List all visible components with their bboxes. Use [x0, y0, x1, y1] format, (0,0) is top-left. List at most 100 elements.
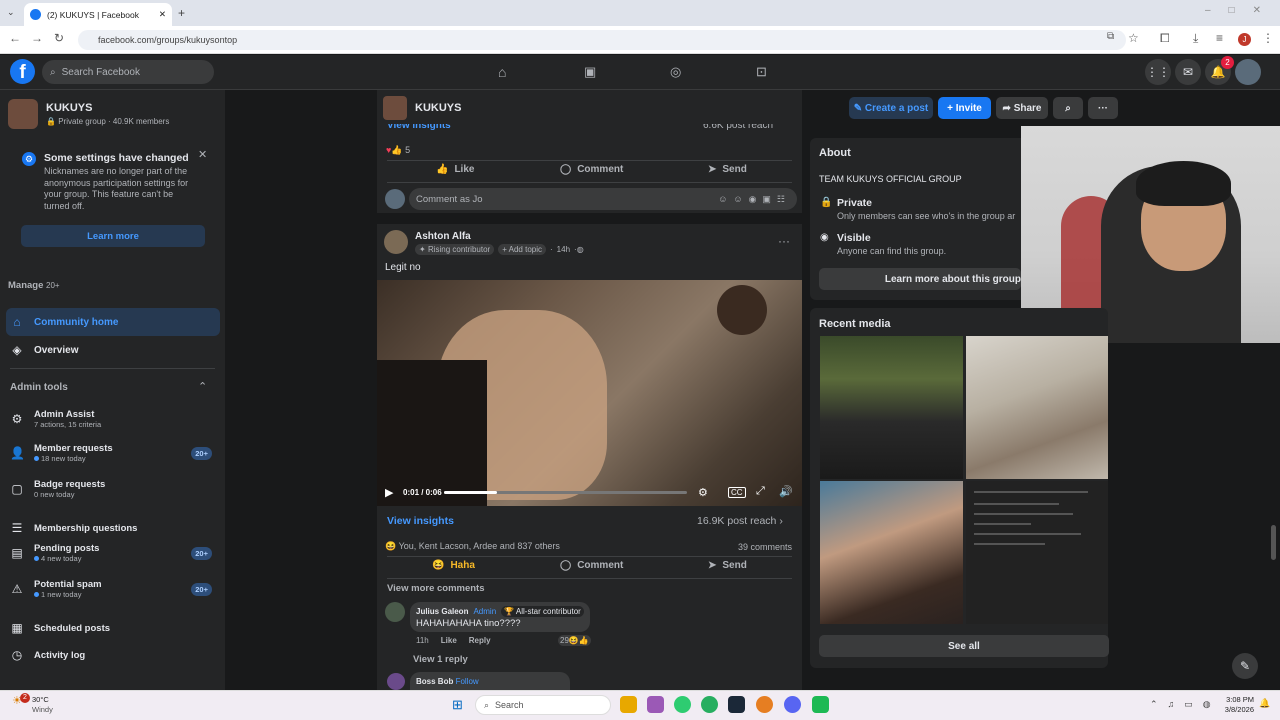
- sidebar-item-activity-log[interactable]: ◷ Activity log: [6, 641, 220, 669]
- post-author[interactable]: Ashton Alfa: [415, 231, 471, 242]
- commenter2-avatar[interactable]: [387, 673, 405, 690]
- back-icon[interactable]: ←: [9, 31, 21, 45]
- video-progress-track[interactable]: [444, 491, 687, 494]
- window-controls[interactable]: –□✕: [1205, 5, 1279, 16]
- commenter-avatar[interactable]: [385, 602, 405, 622]
- settings-gear-icon[interactable]: ⚙: [698, 486, 708, 499]
- chrome-icon[interactable]: [674, 696, 691, 713]
- like-button[interactable]: 👍 Like: [436, 164, 474, 175]
- profile-avatar-icon[interactable]: J: [1238, 33, 1251, 46]
- comment-button[interactable]: ◯ Comment: [560, 164, 623, 175]
- notification-bell-icon[interactable]: 🔔: [1259, 698, 1270, 709]
- url-field[interactable]: facebook.com/groups/kukuysontop: [78, 30, 1126, 50]
- page-scrollbar[interactable]: [1271, 525, 1276, 560]
- system-tray-icons[interactable]: ⌃♫▭◍: [1150, 699, 1221, 710]
- comment-input[interactable]: Comment as Jo ☺☺◉▣☷: [409, 188, 797, 210]
- fullscreen-icon[interactable]: ⤢: [756, 485, 765, 498]
- new-tab-icon[interactable]: +: [178, 6, 185, 20]
- post-options-icon[interactable]: ···: [778, 234, 790, 248]
- group-avatar-small[interactable]: [383, 96, 407, 120]
- send-button[interactable]: ➤ Send: [708, 164, 747, 175]
- comment-button[interactable]: ◯ Comment: [560, 560, 623, 571]
- reactions-summary[interactable]: ♥👍 5: [386, 145, 410, 156]
- video-player[interactable]: [377, 280, 802, 506]
- group-name[interactable]: KUKUYS: [46, 102, 92, 114]
- windows-start-icon[interactable]: ⊞: [452, 697, 463, 713]
- messenger-icon[interactable]: ✉: [1175, 59, 1201, 85]
- media-thumbnail[interactable]: [820, 336, 963, 479]
- prev-view-insights-link[interactable]: View insights: [387, 124, 451, 132]
- discord-icon[interactable]: [784, 696, 801, 713]
- view-insights-link[interactable]: View insights: [387, 515, 454, 527]
- account-avatar[interactable]: [1235, 59, 1261, 85]
- media-thumbnail[interactable]: [966, 481, 1108, 624]
- more-options-button[interactable]: ···: [1088, 97, 1118, 119]
- view-more-comments-link[interactable]: View more comments: [387, 583, 485, 594]
- new-message-icon[interactable]: ✎: [1232, 653, 1258, 679]
- follow-button[interactable]: Follow: [456, 677, 479, 686]
- share-button[interactable]: ➦ Share: [996, 97, 1048, 119]
- taskbar-search[interactable]: ⌕ Search: [475, 695, 611, 715]
- extensions-icon[interactable]: ⧠: [1160, 31, 1170, 46]
- sidebar-item-overview[interactable]: ◈ Overview: [6, 336, 220, 364]
- media-thumbnail[interactable]: [820, 481, 963, 624]
- sidebar-item-admin-assist[interactable]: ⚙ Admin Assist 7 actions, 15 criteria: [6, 405, 220, 433]
- reactions-line[interactable]: 😆 You, Kent Lacson, Ardee and 837 others: [385, 541, 560, 552]
- sidebar-item-potential-spam[interactable]: ⚠ Potential spam 1 new today 20+: [6, 575, 220, 603]
- learn-more-about-group-button[interactable]: Learn more about this group: [819, 268, 1021, 290]
- sidebar-item-community-home[interactable]: ⌂ Community home: [6, 308, 220, 336]
- comment-author[interactable]: Julius Galeon: [416, 607, 468, 616]
- play-icon[interactable]: ▶: [385, 486, 393, 499]
- comments-count[interactable]: 39 comments: [738, 542, 792, 552]
- sidebar-item-pending-posts[interactable]: ▤ Pending posts 4 new today 20+: [6, 539, 220, 567]
- send-button[interactable]: ➤ Send: [708, 560, 747, 571]
- facebook-search-input[interactable]: ⌕ Search Facebook: [42, 60, 214, 84]
- file-explorer-icon[interactable]: [620, 696, 637, 713]
- chrome-alt-icon[interactable]: [756, 696, 773, 713]
- close-tab-icon[interactable]: ✕: [159, 9, 166, 20]
- reload-icon[interactable]: ↻: [54, 31, 64, 45]
- comment-reactions[interactable]: 29😆👍: [558, 635, 591, 646]
- menu-grid-icon[interactable]: ⋮⋮: [1145, 59, 1171, 85]
- sidebar-item-member-requests[interactable]: 👤 Member requests 18 new today 20+: [6, 439, 220, 467]
- comment-tools-icons[interactable]: ☺☺◉▣☷: [718, 194, 791, 205]
- facebook-logo-icon[interactable]: f: [10, 59, 35, 84]
- sidebar-item-badge-requests[interactable]: ▢ Badge requests 0 new today: [6, 475, 220, 503]
- forward-icon[interactable]: →: [31, 31, 43, 45]
- search-group-button[interactable]: ⌕: [1053, 97, 1083, 119]
- comment-reply-button[interactable]: Reply: [469, 636, 491, 645]
- captions-icon[interactable]: CC: [728, 487, 746, 498]
- invite-button[interactable]: + Invite: [938, 97, 991, 119]
- app-icon[interactable]: [647, 696, 664, 713]
- close-icon[interactable]: ✕: [198, 148, 207, 161]
- chevron-up-icon[interactable]: ⌃: [198, 380, 207, 393]
- groups-icon[interactable]: ◎: [670, 64, 681, 80]
- add-topic-button[interactable]: + Add topic: [498, 244, 546, 255]
- group-avatar[interactable]: [8, 99, 38, 129]
- author-avatar[interactable]: [384, 230, 408, 254]
- view-reply-link[interactable]: View 1 reply: [413, 654, 468, 665]
- steam-icon[interactable]: [728, 696, 745, 713]
- media-thumbnail[interactable]: [966, 336, 1108, 479]
- downloads-icon[interactable]: ⤓: [1193, 31, 1198, 46]
- app-icon-2[interactable]: [812, 696, 829, 713]
- haha-button[interactable]: 😆 Haha: [432, 560, 475, 571]
- comment2-author[interactable]: Boss Bob: [416, 677, 453, 686]
- sidebar-item-membership-questions[interactable]: ☰ Membership questions: [6, 514, 220, 542]
- chrome-profile-icon[interactable]: [701, 696, 718, 713]
- comment-like-button[interactable]: Like: [441, 636, 457, 645]
- video-icon[interactable]: ▣: [584, 64, 596, 80]
- gaming-icon[interactable]: ⊡: [756, 64, 767, 80]
- menu-dots-icon[interactable]: ⋮: [1262, 31, 1274, 45]
- create-post-button[interactable]: ✎ Create a post: [849, 97, 933, 119]
- media-icon[interactable]: ≡: [1216, 31, 1223, 45]
- sticky-group-name[interactable]: KUKUYS: [415, 102, 461, 114]
- cast-icon[interactable]: ⧉: [1107, 31, 1114, 42]
- browser-tab[interactable]: (2) KUKUYS | Facebook ✕: [24, 3, 172, 26]
- volume-icon[interactable]: 🔊: [779, 485, 793, 498]
- bookmark-star-icon[interactable]: ☆: [1128, 31, 1139, 45]
- tab-list-icon[interactable]: ⌄: [7, 7, 15, 18]
- learn-more-button[interactable]: Learn more: [21, 225, 205, 247]
- sidebar-item-scheduled-posts[interactable]: ▦ Scheduled posts: [6, 614, 220, 642]
- see-all-button[interactable]: See all: [819, 635, 1109, 657]
